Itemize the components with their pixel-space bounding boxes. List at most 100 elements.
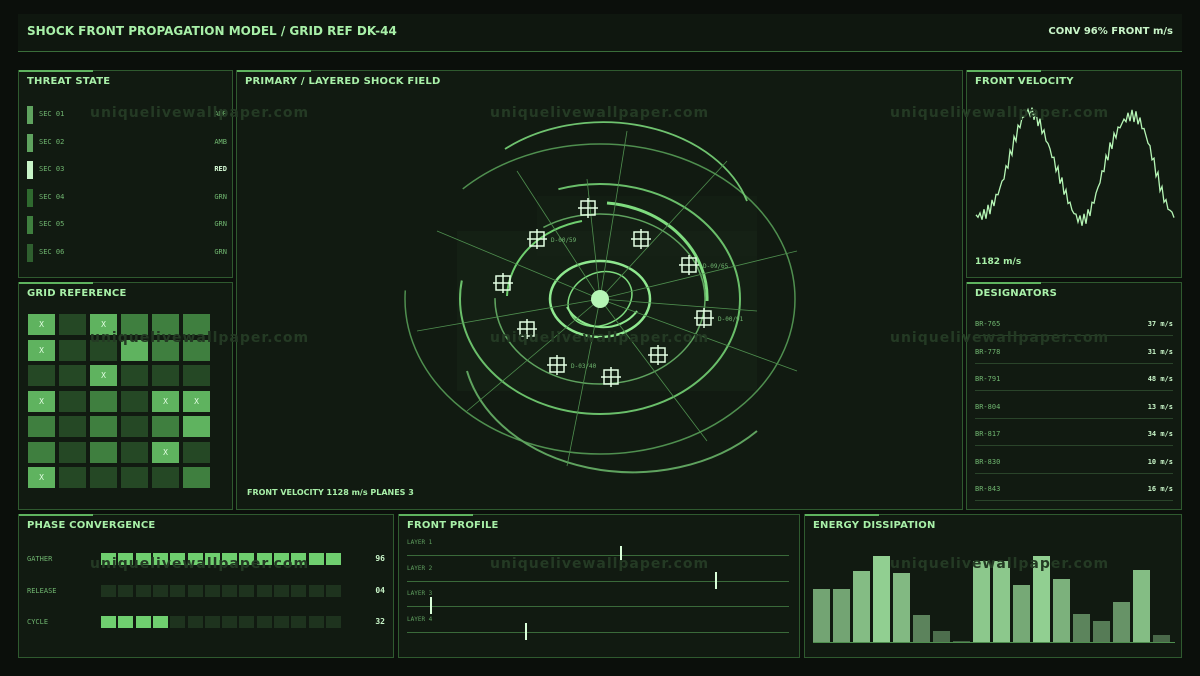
- grid-cell[interactable]: X: [152, 390, 179, 412]
- threat-level-bar: [27, 106, 33, 124]
- designator-row[interactable]: BR-843 16 m/s: [975, 481, 1173, 501]
- threat-sector-label: SEC 02: [39, 137, 65, 146]
- target-reticle[interactable]: [578, 198, 598, 218]
- designator-row[interactable]: BR-804 13 m/s: [975, 399, 1173, 419]
- target-label: D-00/59: [551, 237, 577, 244]
- grid-cell[interactable]: [152, 365, 179, 386]
- grid-cell[interactable]: X: [152, 441, 179, 463]
- target-reticle[interactable]: [679, 255, 699, 275]
- grid-cell[interactable]: [121, 467, 148, 488]
- target-reticle[interactable]: [527, 229, 547, 249]
- grid-cell[interactable]: [28, 441, 55, 463]
- grid-cell[interactable]: [183, 441, 210, 463]
- grid-cell[interactable]: [59, 416, 86, 437]
- grid-cell[interactable]: [90, 339, 117, 361]
- target-reticle[interactable]: [631, 229, 651, 249]
- energy-bar: [1093, 620, 1110, 642]
- energy-bar: [1033, 556, 1050, 642]
- grid-cell[interactable]: [152, 339, 179, 361]
- phase-segment: [222, 616, 238, 628]
- grid-cell[interactable]: [183, 467, 210, 488]
- layer-label: LAYER 1: [407, 539, 433, 546]
- phase-segment: [204, 584, 220, 597]
- grid-cell[interactable]: [152, 416, 179, 437]
- grid-cell[interactable]: [183, 416, 210, 437]
- grid-cell[interactable]: [28, 416, 55, 437]
- target-reticle[interactable]: [694, 308, 714, 328]
- grid-cell[interactable]: [183, 365, 210, 386]
- grid-cell[interactable]: X: [90, 365, 117, 386]
- grid-cell[interactable]: [90, 390, 117, 412]
- phase-segment: [101, 584, 116, 597]
- threat-sector-label: SEC 01: [39, 110, 65, 118]
- grid-cell[interactable]: [90, 441, 117, 463]
- grid-cell[interactable]: [59, 314, 86, 335]
- target-reticle[interactable]: [517, 319, 537, 339]
- designator-row[interactable]: BR-817 34 m/s: [975, 426, 1173, 446]
- panel-title: PHASE CONVERGENCE: [27, 520, 156, 531]
- target-reticle[interactable]: [493, 273, 513, 293]
- phase-segment: [274, 553, 289, 565]
- grid-cell[interactable]: [28, 365, 55, 386]
- layer-marker[interactable]: [714, 571, 717, 589]
- grid-cell[interactable]: X: [28, 339, 55, 361]
- target-reticle[interactable]: [601, 367, 621, 387]
- grid-cell[interactable]: [152, 314, 179, 335]
- grid-cell[interactable]: [59, 365, 86, 386]
- grid-cell[interactable]: X: [28, 314, 55, 335]
- grid-cell[interactable]: [152, 467, 179, 488]
- grid-cell[interactable]: X: [90, 314, 117, 335]
- phase-segment: [170, 616, 186, 628]
- threat-level-bar: [27, 216, 33, 234]
- phase-segment: [135, 584, 151, 597]
- grid-cell[interactable]: [121, 339, 148, 361]
- target-reticle[interactable]: [547, 355, 567, 375]
- primary-shock-field-panel: PRIMARY / LAYERED SHOCK FIELD D-00/59 D-…: [236, 70, 963, 510]
- designator-speed: 34 m/s: [1147, 430, 1173, 438]
- phase-segment: [239, 616, 255, 628]
- grid-cell[interactable]: [121, 365, 148, 386]
- grid-cell[interactable]: [90, 467, 117, 488]
- designator-id: BR-830: [975, 457, 1001, 466]
- grid-cell[interactable]: X: [28, 390, 55, 412]
- grid-cell[interactable]: [59, 441, 86, 463]
- grid-cell[interactable]: [121, 416, 148, 437]
- grid-cell[interactable]: [121, 441, 148, 463]
- layer-track: [407, 580, 789, 582]
- panel-title: DESIGNATORS: [975, 288, 1058, 299]
- grid-cell[interactable]: [183, 314, 210, 335]
- grid-cell[interactable]: [59, 390, 86, 412]
- designator-row[interactable]: BR-830 10 m/s: [975, 454, 1173, 474]
- phase-segment: [152, 616, 168, 628]
- designator-row[interactable]: BR-791 48 m/s: [975, 371, 1173, 391]
- grid-cell[interactable]: [59, 339, 86, 361]
- designator-id: BR-817: [975, 430, 1001, 438]
- grid-cell[interactable]: X: [28, 467, 55, 488]
- grid-cell[interactable]: [59, 467, 86, 488]
- energy-bar: [973, 561, 990, 642]
- grid-cell[interactable]: X: [183, 390, 210, 412]
- phase-segment: [308, 553, 324, 565]
- phase-segment: [204, 553, 220, 565]
- panel-title: ENERGY DISSIPATION: [813, 520, 936, 531]
- grid-cell[interactable]: [121, 390, 148, 412]
- energy-bar: [1113, 602, 1130, 642]
- phase-label: GATHER: [27, 555, 53, 563]
- layer-marker[interactable]: [524, 623, 527, 641]
- grid-cell[interactable]: [90, 416, 117, 437]
- threat-row: SEC 03 RED: [27, 161, 227, 179]
- shock-field-display[interactable]: D-00/59 D-09/65 D-00/91 D-03/40: [237, 71, 964, 511]
- target-reticle[interactable]: [648, 345, 668, 365]
- designator-row[interactable]: BR-778 31 m/s: [975, 344, 1173, 364]
- layer-marker[interactable]: [619, 546, 622, 563]
- grid-cell[interactable]: [183, 339, 210, 361]
- designator-row[interactable]: BR-765 37 m/s: [975, 316, 1173, 336]
- phase-segment: [135, 553, 151, 565]
- threat-status: GRN: [214, 192, 227, 201]
- designator-speed: 13 m/s: [1147, 402, 1173, 411]
- grid-cell[interactable]: [121, 314, 148, 335]
- primary-footer: FRONT VELOCITY 1128 m/s PLANES 3: [247, 488, 414, 497]
- phase-segment: [291, 584, 307, 597]
- layer-marker[interactable]: [429, 597, 432, 615]
- threat-row: SEC 01 AMB: [27, 106, 227, 124]
